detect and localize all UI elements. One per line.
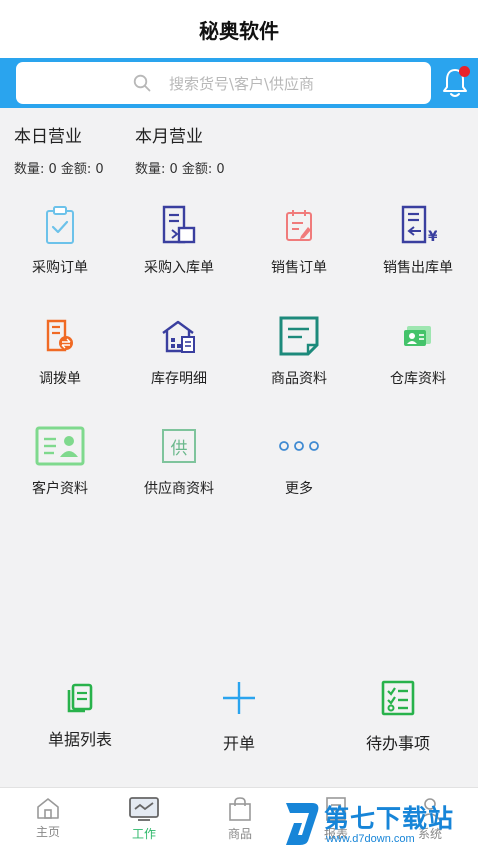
svg-text:¥: ¥ bbox=[428, 229, 437, 245]
grid-label: 库存明细 bbox=[151, 371, 207, 387]
watermark-title: 第七下载站 bbox=[324, 804, 455, 833]
grid-sales-outbound[interactable]: ¥ 销售出库单 bbox=[358, 203, 478, 293]
grid-supplier-info[interactable]: 供 供应商资料 bbox=[119, 424, 239, 514]
plus-icon bbox=[223, 682, 255, 714]
search-bar: 搜索货号\客户\供应商 bbox=[0, 58, 478, 108]
monitor-icon bbox=[129, 797, 159, 821]
todo-button[interactable]: 待办事项 bbox=[323, 676, 473, 766]
month-title: 本月营业 bbox=[135, 127, 203, 147]
grid-customer-info[interactable]: 客户资料 bbox=[0, 424, 120, 514]
supplier-icon-text: 供 bbox=[170, 438, 188, 459]
action-label: 单据列表 bbox=[47, 730, 112, 749]
warehouse-icon bbox=[162, 320, 195, 353]
action-label: 开单 bbox=[222, 734, 255, 753]
customer-card-icon bbox=[35, 426, 85, 466]
grid-transfer[interactable]: 调拨单 bbox=[0, 314, 120, 404]
product-sheet-icon bbox=[279, 316, 319, 356]
tab-label: 工作 bbox=[131, 827, 156, 841]
document-yen-icon: ¥ bbox=[401, 205, 437, 245]
grid-sales-order[interactable]: 销售订单 bbox=[239, 203, 359, 293]
supplier-icon: 供 bbox=[162, 429, 196, 463]
home-icon bbox=[37, 798, 59, 819]
watermark-url: www.d7down.com bbox=[326, 833, 415, 845]
tab-work[interactable]: 工作 bbox=[96, 788, 192, 850]
grid-label: 供应商资料 bbox=[144, 481, 214, 497]
grid-warehouse-info[interactable]: 仓库资料 bbox=[358, 314, 478, 404]
checklist-icon bbox=[381, 680, 415, 716]
tab-label: 商品 bbox=[227, 827, 252, 841]
search-input[interactable]: 搜索货号\客户\供应商 bbox=[16, 62, 431, 104]
search-placeholder: 搜索货号\客户\供应商 bbox=[168, 74, 315, 93]
document-inbound-icon bbox=[162, 205, 196, 244]
grid-label: 仓库资料 bbox=[390, 371, 446, 387]
clipboard-check-icon bbox=[46, 206, 74, 244]
grid-more[interactable]: 更多 bbox=[239, 424, 359, 514]
new-order-button[interactable]: 开单 bbox=[164, 676, 314, 766]
grid-label: 调拨单 bbox=[39, 371, 81, 387]
grid-label: 更多 bbox=[285, 481, 313, 497]
search-icon bbox=[133, 74, 151, 92]
tab-home[interactable]: 主页 bbox=[0, 788, 96, 850]
transfer-document-icon bbox=[46, 319, 73, 352]
id-card-icon bbox=[404, 326, 431, 346]
today-summary: 数量: 0 金额: 0 bbox=[14, 162, 104, 177]
month-summary: 数量: 0 金额: 0 bbox=[135, 162, 225, 177]
grid-label: 销售出库单 bbox=[383, 260, 453, 276]
grid-product-info[interactable]: 商品资料 bbox=[239, 314, 359, 404]
grid-label: 客户资料 bbox=[32, 481, 88, 497]
today-title: 本日营业 bbox=[14, 127, 82, 147]
grid-label: 销售订单 bbox=[271, 260, 327, 276]
more-dots-icon bbox=[279, 441, 319, 451]
calendar-edit-icon bbox=[286, 210, 312, 241]
notification-button[interactable] bbox=[441, 66, 473, 100]
document-copy-icon bbox=[67, 683, 93, 713]
notification-badge bbox=[459, 66, 470, 77]
page-title: 秘奥软件 bbox=[0, 0, 478, 58]
business-stats: 本日营业 数量: 0 金额: 0 本月营业 数量: 0 金额: 0 bbox=[0, 122, 478, 182]
grid-label: 采购订单 bbox=[32, 260, 88, 276]
shopping-bag-icon bbox=[229, 797, 251, 821]
grid-purchase-order[interactable]: 采购订单 bbox=[0, 203, 120, 293]
action-label: 待办事项 bbox=[365, 734, 430, 753]
grid-purchase-inbound[interactable]: 采购入库单 bbox=[119, 203, 239, 293]
tab-label: 主页 bbox=[35, 825, 60, 839]
grid-label: 商品资料 bbox=[271, 371, 327, 387]
grid-inventory-detail[interactable]: 库存明细 bbox=[119, 314, 239, 404]
tab-products[interactable]: 商品 bbox=[192, 788, 288, 850]
watermark: 第七下载站 www.d7down.com bbox=[282, 797, 478, 850]
grid-label: 采购入库单 bbox=[144, 260, 214, 276]
document-list-button[interactable]: 单据列表 bbox=[5, 676, 155, 766]
watermark-logo-icon bbox=[286, 803, 319, 845]
